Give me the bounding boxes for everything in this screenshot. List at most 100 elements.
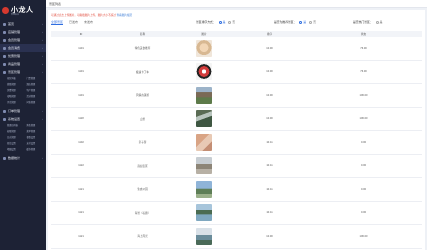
sidebar-subitem[interactable]: 活动管理: [27, 95, 47, 99]
menu-icon: [3, 46, 6, 50]
sidebar-item[interactable]: 数据统计 ›: [0, 154, 46, 162]
row-status: 76.00: [360, 46, 367, 50]
table-row[interactable]: 1122 商业街区 10.11 0.00: [51, 155, 422, 178]
sidebar-item[interactable]: 首页 ›: [0, 20, 46, 28]
row-name: 风情古镇游: [136, 94, 149, 98]
radio-label[interactable]: 是: [380, 20, 383, 24]
radio-button[interactable]: [218, 20, 222, 24]
row-id: 1121: [78, 234, 84, 238]
thumbnail-image[interactable]: [196, 63, 212, 81]
sidebar-subitem[interactable]: 酒店管理: [27, 83, 47, 87]
thumbnail-image[interactable]: [196, 180, 212, 198]
thumbnail-image[interactable]: [196, 157, 212, 175]
table-row[interactable]: 1101 风情古镇游 10.00 106.00: [51, 84, 422, 108]
row-name: 特色美食推荐: [134, 47, 151, 51]
sidebar-subitem[interactable]: 缓存管理: [27, 148, 47, 152]
sidebar-subitem[interactable]: 支付设置: [27, 142, 47, 146]
logo[interactable]: 小龙人 管理后台: [0, 0, 46, 20]
table-row[interactable]: 1121 生态公园 10.11 0.00: [51, 178, 422, 202]
radio-label[interactable]: 否: [313, 20, 316, 24]
sidebar-item-label: 会员消费: [8, 46, 21, 50]
radio-label[interactable]: 是: [303, 20, 306, 24]
recommend-filter: 是否为推荐景区： 是 否: [274, 20, 316, 24]
radio-button[interactable]: [299, 20, 303, 24]
thumbnail-image[interactable]: [196, 133, 212, 151]
notice-text: 可通过点击上传图片，可拖拽图片上传，图片大小不超过 查看图片规范: [51, 13, 132, 17]
sidebar-item[interactable]: 商品管理 ›: [0, 60, 46, 68]
sidebar-item[interactable]: 景区管理 ›: [0, 68, 46, 76]
sidebar-subitem[interactable]: 评论管理: [7, 101, 27, 105]
table-row[interactable]: 1121 海上风光 10.00 106.00: [51, 225, 422, 249]
sidebar-item-label: 订单管理: [8, 109, 21, 113]
sidebar-item[interactable]: 优惠管理 ›: [0, 52, 46, 60]
row-sort: 10.00: [266, 46, 273, 50]
menu-icon: [3, 109, 6, 113]
menu-icon: [3, 22, 6, 26]
brand-subtitle: 管理后台: [11, 14, 20, 16]
sidebar-subitem[interactable]: 问答管理: [27, 101, 47, 105]
sidebar-item-label: 首页: [8, 22, 15, 26]
page-tab[interactable]: 景区列表: [49, 2, 61, 6]
table-row[interactable]: 1102 亲子游 10.11 0.00: [51, 131, 422, 155]
sidebar-subitem[interactable]: 权限管理: [7, 130, 27, 134]
filter-tab[interactable]: 已发布: [69, 20, 78, 25]
sidebar-subitem[interactable]: 线路管理: [7, 83, 27, 87]
radio-button[interactable]: [309, 20, 313, 24]
sidebar-subitem[interactable]: 角色管理: [27, 124, 47, 128]
radio-label[interactable]: 否: [232, 20, 235, 24]
radio-button[interactable]: [375, 20, 379, 24]
thumbnail-image[interactable]: [196, 39, 212, 57]
thumbnail-image[interactable]: [196, 110, 212, 128]
thumbnail-image[interactable]: [196, 86, 212, 104]
filter-tab[interactable]: 全部景区: [51, 20, 64, 25]
thumbnail-image[interactable]: [196, 227, 212, 245]
sidebar: 小龙人 管理后台 首页 › 店铺管理 › 会员管理 › 会员消费 › 优惠管理 › 商品管理 › 景区管…: [0, 0, 46, 250]
table-row[interactable]: 1121 海景（标题） 10.11 0.00: [51, 202, 422, 225]
topbar: 景区列表: [46, 0, 427, 8]
sidebar-subitem[interactable]: 门票管理: [27, 77, 47, 81]
row-sort: 10.11: [266, 164, 273, 168]
sidebar-item[interactable]: 会员消费 ›: [0, 44, 46, 52]
sidebar-subitem[interactable]: 菜单管理: [27, 130, 47, 134]
sidebar-subitem[interactable]: 日志管理: [7, 136, 27, 140]
sidebar-subitem[interactable]: 短信设置: [7, 142, 27, 146]
row-status: 0.00: [360, 211, 367, 215]
filter-tabs: 全部景区 已发布 未发布: [51, 20, 93, 25]
row-sort: 10.00: [266, 117, 273, 121]
thumbnail-image[interactable]: [196, 204, 212, 222]
sidebar-subitem[interactable]: 管理员列表: [7, 124, 27, 128]
filter-tab[interactable]: 未发布: [84, 20, 93, 25]
row-image: [174, 133, 234, 151]
sidebar-subitem[interactable]: 参数设置: [27, 136, 47, 140]
chevron-right-icon: ›: [42, 38, 43, 42]
sidebar-item[interactable]: 系统设置 ›: [0, 115, 46, 123]
radio-label[interactable]: 是: [223, 20, 226, 24]
sidebar-item[interactable]: 店铺管理 ›: [0, 28, 46, 36]
notice-message: 可通过点击上传图片，可拖拽图片上传，图片大小不超过: [51, 14, 116, 17]
row-sort: 10.00: [266, 70, 273, 74]
sidebar-subitem[interactable]: 地图设置: [7, 148, 27, 152]
notice-link[interactable]: 查看图片规范: [117, 14, 133, 17]
table-body: 1101 特色美食推荐 10.00 76.00 1101 极速卡丁车 10.00 76.00 1…: [51, 37, 422, 249]
sidebar-item[interactable]: 订单管理 ›: [0, 107, 46, 115]
sidebar-subitem[interactable]: 特产管理: [27, 89, 47, 93]
radio-button[interactable]: [228, 20, 232, 24]
row-sort: 10.00: [266, 93, 273, 97]
row-image: [174, 63, 234, 81]
sidebar-subitem[interactable]: 美食管理: [7, 89, 27, 93]
chevron-right-icon: ›: [42, 156, 43, 160]
table-row[interactable]: 1118 山景 10.00 106.00: [51, 108, 422, 131]
row-id: 1118: [78, 117, 84, 121]
sidebar-item[interactable]: 会员管理 ›: [0, 36, 46, 44]
row-id: 1102: [78, 140, 84, 144]
chevron-right-icon: ›: [42, 62, 43, 66]
table-row[interactable]: 1101 极速卡丁车 10.00 76.00: [51, 61, 422, 84]
recommend-filter-label: 是否为推荐景区：: [274, 20, 297, 24]
chevron-right-icon: ›: [42, 46, 43, 50]
table-row[interactable]: 1101 特色美食推荐 10.00 76.00: [51, 37, 422, 61]
sidebar-subitem[interactable]: 攻略管理: [7, 95, 27, 99]
chevron-right-icon: ›: [42, 54, 43, 58]
column-header: 排序: [266, 33, 273, 36]
sidebar-subitem[interactable]: 景区列表: [7, 77, 27, 81]
row-image: [174, 110, 234, 128]
